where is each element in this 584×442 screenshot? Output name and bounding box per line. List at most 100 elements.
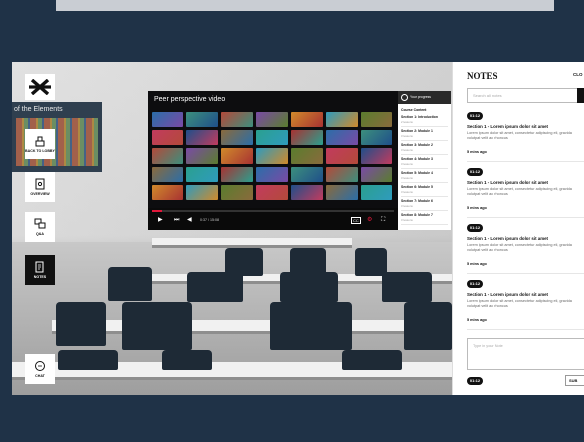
chair (342, 350, 402, 370)
video-thumbnail (325, 148, 358, 164)
video-thumbnail (256, 166, 288, 183)
section-sub: 3 lessons (401, 204, 413, 208)
chat-button[interactable]: CHAT (25, 354, 55, 384)
back-to-lobby-button[interactable]: BACK TO LOBBY (25, 129, 55, 159)
chair (355, 248, 387, 276)
video-thumbnail (151, 129, 184, 146)
note-time-ago: 5 mins ago (467, 318, 487, 322)
note-title: Section 1 - Lorem ipsum dolor sit amet (467, 236, 548, 241)
progress-label: Your progress (410, 95, 431, 99)
nav-label: NOTES (33, 275, 47, 279)
video-thumbnail (221, 111, 254, 127)
video-thumbnail (186, 166, 219, 183)
course-section-item[interactable]: Section 2: Module 1 3 lessons (401, 129, 448, 141)
note-title: Section 1 - Lorem ipsum dolor sit amet (467, 180, 548, 185)
note-timestamp-badge[interactable]: 01:12 (467, 168, 483, 176)
video-thumbnail (221, 129, 254, 146)
overview-icon (35, 178, 45, 190)
video-thumbnail (151, 148, 184, 164)
fullscreen-icon[interactable]: ⛶ (381, 217, 385, 223)
chair (382, 272, 432, 302)
video-thumbnail (186, 111, 219, 127)
course-section-item[interactable]: Section 3: Module 2 3 lessons (401, 143, 448, 155)
video-thumbnail (221, 166, 254, 183)
section-title: Section 4: Module 3 (401, 157, 433, 161)
brand-logo[interactable] (25, 74, 55, 100)
video-thumbnail (325, 166, 358, 183)
nav-label: CHAT (35, 374, 45, 378)
next-icon[interactable]: ⏭ (174, 217, 179, 223)
note-body: Lorem ipsum dolor sit amet, consectetur … (467, 187, 572, 196)
video-thumbnail (221, 185, 254, 201)
note-time-ago: 5 mins ago (467, 262, 487, 266)
section-sub: 3 lessons (401, 190, 413, 194)
video-time: 0:37 / 15:08 (200, 218, 219, 222)
chair (270, 302, 352, 350)
course-heading: Course Content (401, 108, 427, 112)
section-title: Section 1: Introduction (401, 115, 438, 119)
lobby-icon (35, 136, 45, 147)
video-thumbnail (256, 129, 288, 146)
course-section-item[interactable]: Section 8: Module 7 3 lessons (401, 213, 448, 225)
course-progress-header[interactable]: Your progress (398, 91, 451, 104)
nav-label: BACK TO LOBBY (25, 149, 55, 153)
note-time-ago: 5 mins ago (467, 206, 487, 210)
qa-button[interactable]: Q&A (25, 212, 55, 242)
volume-icon[interactable]: ◀ (187, 217, 192, 223)
search-placeholder: Search all notes (473, 93, 502, 98)
x-logo-icon (29, 79, 51, 95)
notes-button[interactable]: NOTES (25, 255, 55, 285)
note-item[interactable]: 01:12 Section 1 - Lorem ipsum dolor sit … (467, 112, 584, 162)
note-item[interactable]: 01:12 Section 1 - Lorem ipsum dolor sit … (467, 168, 584, 218)
video-thumbnail (325, 185, 358, 201)
search-input[interactable]: Search all notes (467, 88, 584, 103)
section-sub: 3 lessons (401, 134, 413, 138)
course-section-item[interactable]: Section 7: Module 6 3 lessons (401, 199, 448, 211)
poster-label: of the Elements (14, 106, 63, 113)
overview-button[interactable]: OVERVIEW (25, 172, 55, 202)
video-thumbnail (360, 129, 393, 146)
video-player[interactable]: Peer perspective video ▶ ⏭ ◀ 0:37 / 15:0… (148, 91, 398, 230)
video-thumbnail (256, 148, 288, 164)
settings-icon[interactable]: ⚙ (367, 217, 372, 223)
note-timestamp-badge[interactable]: 01:12 (467, 112, 483, 120)
video-progress-fill (152, 210, 162, 212)
video-thumbnail (325, 111, 358, 127)
section-sub: 3 lessons (401, 148, 413, 152)
section-sub: 3 lessons (401, 162, 413, 166)
section-sub: 3 lessons (401, 218, 413, 222)
video-thumbnail (290, 111, 323, 127)
chair (108, 267, 152, 301)
cc-icon[interactable]: CC (351, 217, 361, 224)
chat-icon (35, 361, 45, 371)
course-content-panel: Your progress Course Content Section 1: … (398, 91, 451, 230)
section-title: Section 3: Module 2 (401, 143, 433, 147)
note-compose-field[interactable]: Type in your Note (467, 338, 584, 370)
play-icon[interactable]: ▶ (158, 217, 163, 223)
video-thumbnail (256, 111, 288, 127)
video-progress-bar[interactable] (152, 210, 394, 212)
note-body: Lorem ipsum dolor sit amet, consectetur … (467, 131, 572, 140)
video-thumbnail (256, 185, 288, 201)
section-sub: 3 lessons (401, 176, 413, 180)
video-controls: ▶ ⏭ ◀ 0:37 / 15:08 CC ⚙ ⛶ (148, 208, 398, 230)
note-item[interactable]: 01:12 Section 1 - Lorem ipsum dolor sit … (467, 280, 584, 330)
note-body: Lorem ipsum dolor sit amet, consectetur … (467, 299, 572, 308)
notes-panel: NOTES CLO Search all notes 01:12 Section… (452, 62, 584, 395)
note-timestamp-badge[interactable]: 01:12 (467, 224, 483, 232)
desk (152, 238, 352, 248)
note-timestamp-badge[interactable]: 01:12 (467, 280, 483, 288)
chair (162, 350, 212, 370)
search-icon[interactable] (577, 88, 584, 103)
submit-button[interactable]: SUB (565, 375, 584, 386)
video-thumbnail (360, 111, 393, 127)
note-item[interactable]: 01:12 Section 1 - Lorem ipsum dolor sit … (467, 224, 584, 274)
course-section-item[interactable]: Section 4: Module 3 3 lessons (401, 157, 448, 169)
course-section-item[interactable]: Section 6: Module 5 3 lessons (401, 185, 448, 197)
video-thumbnail (186, 185, 219, 201)
close-button[interactable]: CLO (573, 72, 583, 77)
section-title: Section 5: Module 4 (401, 171, 433, 175)
course-section-item[interactable]: Section 5: Module 4 3 lessons (401, 171, 448, 183)
section-title: Section 7: Module 6 (401, 199, 433, 203)
course-section-item[interactable]: Section 1: Introduction 2 lessons (401, 115, 448, 127)
